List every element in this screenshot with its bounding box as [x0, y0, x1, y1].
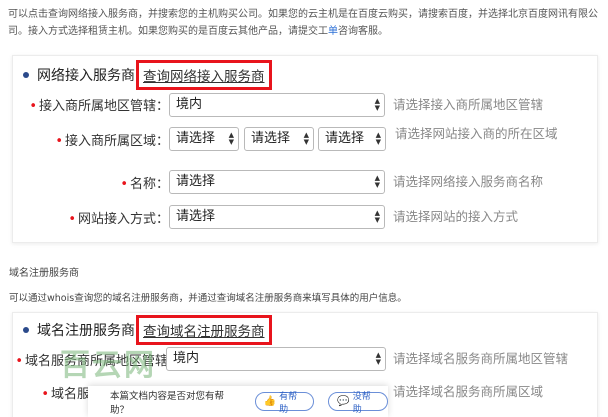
- select-arrows-icon: ▲ ▼: [374, 209, 380, 224]
- provider-name-select[interactable]: 请选择 ▲ ▼: [169, 170, 385, 194]
- province-select[interactable]: 请选择 ▲ ▼: [169, 127, 239, 151]
- access-method-select[interactable]: 请选择 ▲ ▼: [169, 205, 385, 229]
- select-arrows-icon: ▲ ▼: [303, 131, 309, 146]
- query-network-provider-link[interactable]: 查询网络接入服务商: [136, 60, 272, 90]
- bullet-icon: [23, 327, 29, 333]
- watermark-logo: 百云网: [60, 348, 156, 383]
- not-helpful-button[interactable]: 💬 没帮助: [328, 392, 389, 415]
- jurisdiction-select[interactable]: 境内 ▲ ▼: [169, 93, 385, 117]
- intro-text: 可以点击查询网络接入服务商，并搜索您的主机购买公司。如果您的云主机是在百度云购买…: [8, 9, 598, 37]
- domain-section-description: 可以通过whois查询您的域名注册服务商，并通过查询域名注册服务商来填写具体的用…: [9, 293, 407, 304]
- select-arrows-icon: ▲ ▼: [375, 131, 381, 146]
- feedback-question: 本篇文档内容是否对您有帮助？: [110, 390, 225, 416]
- domain-section-header: 域名注册服务商 查询域名注册服务商: [23, 315, 272, 345]
- select-arrows-icon: ▲ ▼: [228, 131, 234, 146]
- query-domain-registrar-link[interactable]: 查询域名注册服务商: [136, 315, 272, 345]
- domain-section-heading: 域名注册服务商: [9, 268, 79, 279]
- thumbs-up-icon: 👍: [263, 396, 277, 407]
- helpful-button[interactable]: 👍 有帮助: [254, 392, 315, 415]
- network-section-header: 网络接入服务商 查询网络接入服务商: [23, 60, 272, 90]
- domain-jurisdiction-select[interactable]: 境内 ▲ ▼: [166, 347, 386, 371]
- select-arrows-icon: ▲ ▼: [375, 351, 381, 366]
- district-select[interactable]: 请选择 ▲ ▼: [318, 127, 386, 151]
- select-arrows-icon: ▲ ▼: [374, 97, 380, 112]
- feedback-bar: 本篇文档内容是否对您有帮助？ 👍 有帮助 💬 没帮助: [88, 386, 389, 417]
- network-section-title: 网络接入服务商: [37, 68, 135, 84]
- submit-ticket-link[interactable]: 单: [328, 26, 338, 37]
- network-provider-card: 网络接入服务商 查询网络接入服务商 • 接入商所属地区管辖： 境内 ▲ ▼ 请选择接…: [12, 55, 598, 243]
- comment-icon: 💬: [337, 396, 350, 407]
- city-select[interactable]: 请选择 ▲ ▼: [244, 127, 314, 151]
- select-arrows-icon: ▲ ▼: [374, 174, 380, 189]
- domain-section-title: 域名注册服务商: [37, 323, 135, 339]
- bullet-icon: [23, 72, 29, 78]
